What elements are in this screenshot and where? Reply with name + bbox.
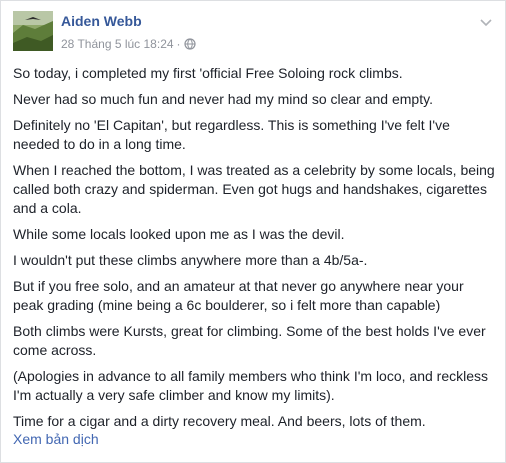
meta-separator: · <box>176 37 181 51</box>
post-paragraph: When I reached the bottom, I was treated… <box>13 162 495 216</box>
globe-icon[interactable] <box>183 38 196 53</box>
post-body: So today, i completed my first 'official… <box>13 64 495 438</box>
chevron-down-icon[interactable] <box>479 15 493 29</box>
avatar[interactable] <box>13 11 53 51</box>
post-paragraph: Definitely no 'El Capitan', but regardle… <box>13 117 450 152</box>
post-paragraph: (Apologies in advance to all family memb… <box>13 368 488 403</box>
post-paragraph: Time for a cigar and a dirty recovery me… <box>13 413 426 429</box>
post-paragraph: So today, i completed my first 'official… <box>13 65 403 81</box>
post-paragraph: But if you free solo, and an amateur at … <box>13 278 464 313</box>
post-paragraph: I wouldn't put these climbs anywhere mor… <box>13 252 368 268</box>
author-name-link[interactable]: Aiden Webb <box>61 13 142 29</box>
see-translation-link[interactable]: Xem bản dịch <box>13 431 99 447</box>
post-meta: 28 Tháng 5 lúc 18:24 · <box>61 37 196 53</box>
post-header: Aiden Webb 28 Tháng 5 lúc 18:24 · <box>1 1 505 61</box>
post-card: Aiden Webb 28 Tháng 5 lúc 18:24 · So toda… <box>0 0 506 463</box>
post-paragraph: Both climbs were Kursts, great for climb… <box>13 323 486 358</box>
post-paragraph: Never had so much fun and never had my m… <box>13 91 433 107</box>
post-paragraph: While some locals looked upon me as I wa… <box>13 226 345 242</box>
post-timestamp[interactable]: 28 Tháng 5 lúc 18:24 <box>61 37 174 51</box>
